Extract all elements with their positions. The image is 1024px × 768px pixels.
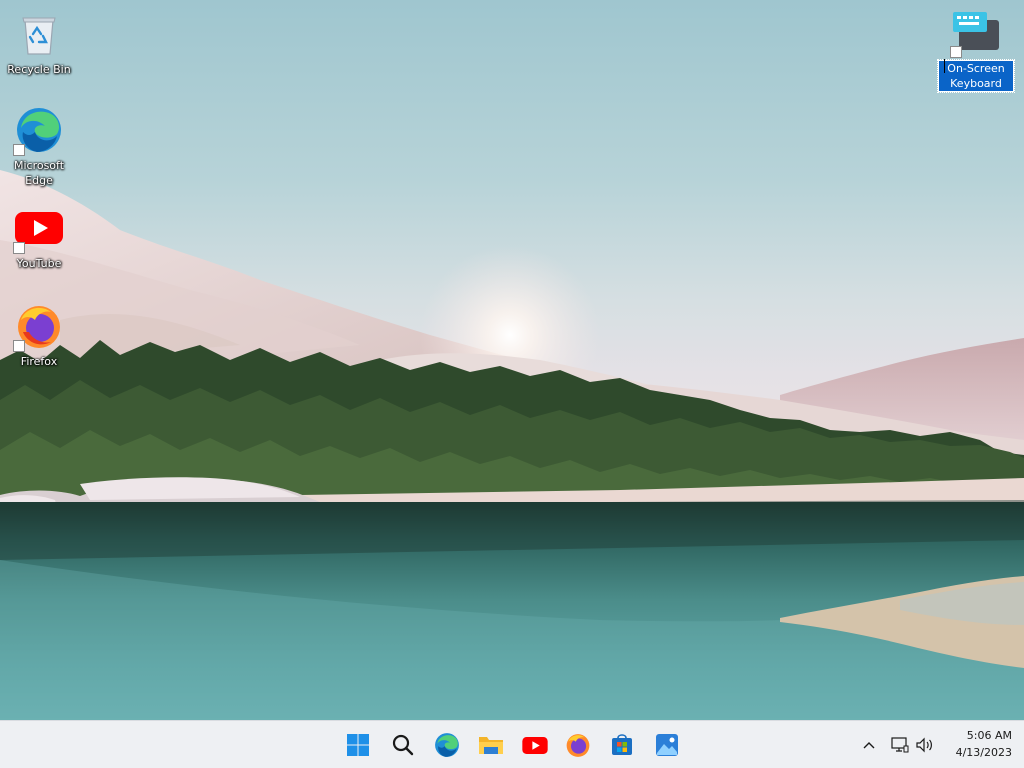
desktop-icon-label: YouTube bbox=[16, 257, 62, 270]
desktop-icon-label: Recycle Bin bbox=[7, 63, 71, 76]
edge-icon bbox=[13, 104, 65, 156]
edge-icon bbox=[435, 733, 459, 757]
desktop[interactable]: Recycle Bin Microsoft Edge YouTube Firef… bbox=[0, 0, 1024, 720]
desktop-icon-youtube[interactable]: YouTube bbox=[1, 202, 77, 271]
taskbar: 5:06 AM 4/13/2023 bbox=[0, 720, 1024, 768]
youtube-icon bbox=[522, 736, 548, 754]
shortcut-arrow-icon bbox=[13, 340, 25, 352]
shortcut-arrow-icon bbox=[950, 46, 962, 58]
volume-icon bbox=[916, 737, 932, 753]
youtube-icon bbox=[13, 202, 65, 254]
taskbar-edge-button[interactable] bbox=[429, 727, 465, 763]
firefox-icon bbox=[13, 300, 65, 352]
desktop-icon-firefox[interactable]: Firefox bbox=[1, 300, 77, 369]
network-icon bbox=[891, 737, 909, 753]
taskbar-photos-button[interactable] bbox=[649, 727, 685, 763]
text-cursor bbox=[944, 59, 945, 73]
firefox-icon bbox=[566, 734, 590, 757]
clock[interactable]: 5:06 AM 4/13/2023 bbox=[942, 727, 1012, 761]
network-status-button[interactable] bbox=[890, 733, 910, 757]
chevron-up-icon bbox=[863, 742, 875, 749]
recycle-bin-icon bbox=[13, 8, 65, 60]
desktop-icon-label: Firefox bbox=[20, 355, 58, 368]
keyboard-icon bbox=[950, 6, 1002, 58]
shortcut-arrow-icon bbox=[13, 144, 25, 156]
desktop-icon-recycle-bin[interactable]: Recycle Bin bbox=[1, 8, 77, 77]
store-icon bbox=[612, 734, 632, 755]
desktop-icon-microsoft-edge[interactable]: Microsoft Edge bbox=[1, 104, 77, 188]
wallpaper-image bbox=[0, 170, 1024, 720]
start-button[interactable] bbox=[340, 727, 376, 763]
desktop-icon-label-rename[interactable]: On-Screen Keyboard bbox=[937, 59, 1015, 93]
folder-icon bbox=[479, 737, 503, 754]
show-hidden-icons-button[interactable] bbox=[860, 733, 878, 757]
desktop-icon-label: Microsoft Edge bbox=[13, 159, 65, 187]
windows-start-icon bbox=[347, 734, 369, 756]
taskbar-firefox-button[interactable] bbox=[560, 727, 596, 763]
desktop-icon-on-screen-keyboard[interactable]: On-Screen Keyboard bbox=[937, 6, 1015, 93]
photos-icon bbox=[656, 734, 678, 756]
clock-date: 4/13/2023 bbox=[955, 746, 1012, 759]
search-icon bbox=[392, 734, 414, 756]
search-button[interactable] bbox=[385, 727, 421, 763]
taskbar-store-button[interactable] bbox=[604, 727, 640, 763]
volume-button[interactable] bbox=[914, 733, 936, 757]
clock-time: 5:06 AM bbox=[966, 729, 1012, 742]
taskbar-youtube-button[interactable] bbox=[517, 727, 553, 763]
taskbar-file-explorer-button[interactable] bbox=[473, 727, 509, 763]
shortcut-arrow-icon bbox=[13, 242, 25, 254]
